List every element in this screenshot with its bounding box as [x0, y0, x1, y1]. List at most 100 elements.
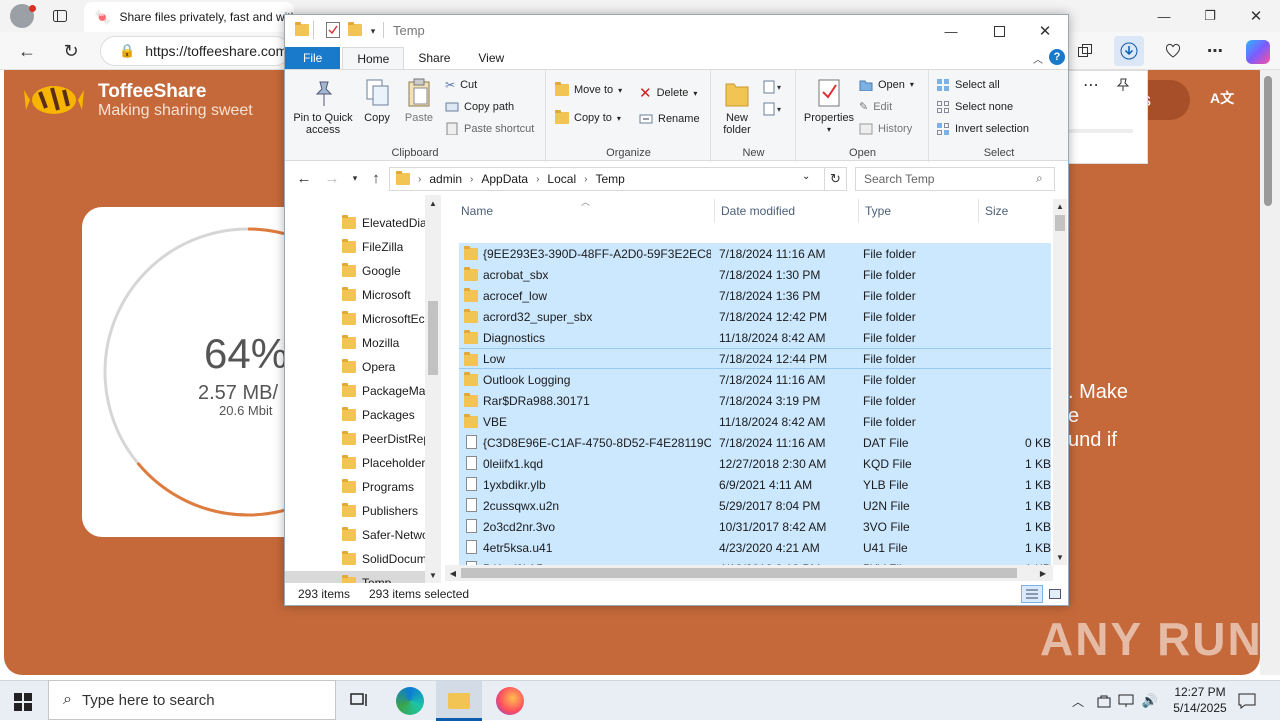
- new-folder-qat-icon[interactable]: [348, 22, 362, 36]
- network-icon[interactable]: [1116, 691, 1136, 711]
- notifications-icon[interactable]: [1236, 690, 1258, 712]
- security-icon[interactable]: [1094, 691, 1114, 711]
- list-scrollbar-thumb[interactable]: [1055, 215, 1065, 231]
- select-none-button[interactable]: Select none: [936, 100, 1013, 113]
- tab-actions-icon[interactable]: [50, 6, 70, 26]
- scrollbar-thumb[interactable]: [1264, 76, 1272, 206]
- scroll-right-icon[interactable]: ▶: [1037, 567, 1049, 579]
- up-arrow-icon[interactable]: ↑: [367, 169, 385, 187]
- file-row[interactable]: VBE 11/18/2024 8:42 AM File folder: [459, 411, 1051, 432]
- file-row[interactable]: acrobat_sbx 7/18/2024 1:30 PM File folder: [459, 264, 1051, 285]
- open-button[interactable]: Open ▾: [859, 78, 914, 91]
- delete-button[interactable]: ✕ Delete ▾: [639, 84, 697, 102]
- column-header-size[interactable]: Size: [979, 199, 1051, 223]
- flyout-more-icon[interactable]: ⋯: [1081, 75, 1101, 95]
- edge-taskbar-icon[interactable]: [396, 687, 424, 715]
- tree-item[interactable]: MicrosoftEc: [285, 307, 425, 331]
- tree-item[interactable]: Microsoft: [285, 283, 425, 307]
- file-row[interactable]: {9EE293E3-390D-48FF-A2D0-59F3E2EC88... 7/…: [459, 243, 1051, 264]
- horizontal-scrollbar-thumb[interactable]: [461, 568, 1017, 578]
- tree-item[interactable]: Mozilla: [285, 331, 425, 355]
- tab-home[interactable]: Home: [342, 47, 405, 69]
- clock[interactable]: 12:27 PM 5/14/2025: [1166, 684, 1234, 716]
- pin-quick-access-button[interactable]: Pin to Quick access: [289, 78, 357, 136]
- new-folder-button[interactable]: New folder: [716, 78, 758, 136]
- rename-button[interactable]: Rename: [639, 112, 700, 125]
- file-row[interactable]: 4etr5ksa.u41 4/23/2020 4:21 AM U41 File 1 K…: [459, 537, 1051, 558]
- windows-start-icon[interactable]: [12, 691, 34, 713]
- browser-minimize-button[interactable]: —: [1152, 6, 1176, 26]
- tree-item[interactable]: Google: [285, 259, 425, 283]
- browser-tab-active[interactable]: 🍬 Share files privately, fast and with: [84, 2, 294, 32]
- minimize-button[interactable]: —: [939, 21, 963, 41]
- new-item-icon[interactable]: ▾: [762, 78, 786, 96]
- scroll-down-icon[interactable]: ▼: [1054, 551, 1066, 563]
- collections-icon[interactable]: [1074, 40, 1096, 62]
- file-row[interactable]: acrord32_super_sbx 7/18/2024 12:42 PM File…: [459, 306, 1051, 327]
- tree-item[interactable]: Temp: [285, 571, 441, 583]
- scroll-up-icon[interactable]: ▲: [427, 197, 439, 209]
- scroll-up-icon[interactable]: ▲: [1054, 200, 1066, 212]
- file-row[interactable]: {C3D8E96E-C1AF-4750-8D52-F4E28119C1... 7/…: [459, 432, 1051, 453]
- tree-scrollbar[interactable]: ▲ ▼: [425, 195, 441, 583]
- tree-item[interactable]: FileZilla: [285, 235, 425, 259]
- file-row[interactable]: Outlook Logging 7/18/2024 11:16 AM File fo…: [459, 369, 1051, 390]
- back-arrow-icon[interactable]: ←: [16, 40, 38, 62]
- more-menu-icon[interactable]: ⋯: [1204, 40, 1226, 62]
- tree-item[interactable]: Packages: [285, 403, 425, 427]
- forward-arrow-icon[interactable]: →: [323, 169, 341, 187]
- tab-file[interactable]: File: [285, 47, 341, 69]
- edit-button[interactable]: ✎ Edit: [859, 100, 892, 114]
- history-button[interactable]: History: [859, 122, 912, 135]
- help-icon[interactable]: ?: [1049, 49, 1065, 65]
- scroll-down-icon[interactable]: ▼: [427, 569, 439, 581]
- column-header-type[interactable]: Type: [859, 199, 979, 223]
- close-button[interactable]: ✕: [1033, 21, 1057, 41]
- tree-item[interactable]: Safer-Netwo: [285, 523, 425, 547]
- refresh-icon[interactable]: ↻: [825, 167, 847, 191]
- breadcrumb-item[interactable]: Temp: [595, 172, 624, 186]
- browser-scrollbar[interactable]: [1260, 70, 1280, 675]
- downloads-icon[interactable]: [1114, 36, 1144, 66]
- invert-selection-button[interactable]: Invert selection: [936, 122, 1029, 135]
- volume-icon[interactable]: 🔊: [1140, 691, 1160, 711]
- browser-restore-button[interactable]: ❐: [1198, 6, 1222, 26]
- list-vertical-scrollbar[interactable]: ▲ ▼: [1053, 199, 1067, 565]
- properties-button[interactable]: Properties ▾: [799, 78, 859, 136]
- tree-item[interactable]: Opera: [285, 355, 425, 379]
- tree-item[interactable]: Placeholder: [285, 451, 425, 475]
- paste-button[interactable]: Paste: [401, 78, 437, 124]
- tab-view[interactable]: View: [464, 47, 518, 69]
- qat-dropdown-icon[interactable]: ▾: [367, 23, 379, 39]
- refresh-icon[interactable]: ↻: [60, 40, 82, 62]
- list-horizontal-scrollbar[interactable]: ◀ ▶: [445, 565, 1053, 581]
- select-all-button[interactable]: Select all: [936, 78, 1000, 91]
- tree-item[interactable]: Publishers: [285, 499, 425, 523]
- tab-share[interactable]: Share: [404, 47, 464, 69]
- copy-button[interactable]: Copy: [359, 78, 395, 124]
- explorer-taskbar-button[interactable]: [436, 681, 482, 721]
- breadcrumb[interactable]: › admin › AppData › Local › Temp ⌄: [389, 167, 825, 191]
- cut-button[interactable]: ✂ Cut: [445, 78, 477, 92]
- file-row[interactable]: 2cussqwx.u2n 5/29/2017 8:04 PM U2N File 1 K…: [459, 495, 1051, 516]
- search-input[interactable]: Search Temp ⌕: [855, 167, 1055, 191]
- file-row[interactable]: acrocef_low 7/18/2024 1:36 PM File folder: [459, 285, 1051, 306]
- file-row[interactable]: Low 7/18/2024 12:44 PM File folder: [459, 348, 1051, 369]
- firefox-taskbar-icon[interactable]: [496, 687, 524, 715]
- breadcrumb-item[interactable]: AppData: [481, 172, 528, 186]
- tree-item[interactable]: ElevatedDia: [285, 211, 425, 235]
- paste-shortcut-button[interactable]: Paste shortcut: [445, 122, 534, 135]
- easy-access-icon[interactable]: ▾: [762, 100, 786, 118]
- move-to-button[interactable]: Move to ▾: [555, 82, 622, 96]
- performance-heart-icon[interactable]: [1162, 40, 1184, 62]
- tree-item[interactable]: PackageMa: [285, 379, 425, 403]
- tree-item[interactable]: Programs: [285, 475, 425, 499]
- recent-locations-icon[interactable]: ▾: [349, 169, 361, 187]
- file-row[interactable]: 0leiifx1.kqd 12/27/2018 2:30 AM KQD File 1 …: [459, 453, 1051, 474]
- large-icons-view-icon[interactable]: [1045, 585, 1065, 603]
- translate-icon[interactable]: A文: [1210, 88, 1234, 108]
- details-view-icon[interactable]: [1021, 585, 1043, 603]
- properties-qat-icon[interactable]: [325, 21, 341, 39]
- tree-item[interactable]: PeerDistRep: [285, 427, 425, 451]
- column-header-date[interactable]: Date modified: [715, 199, 859, 223]
